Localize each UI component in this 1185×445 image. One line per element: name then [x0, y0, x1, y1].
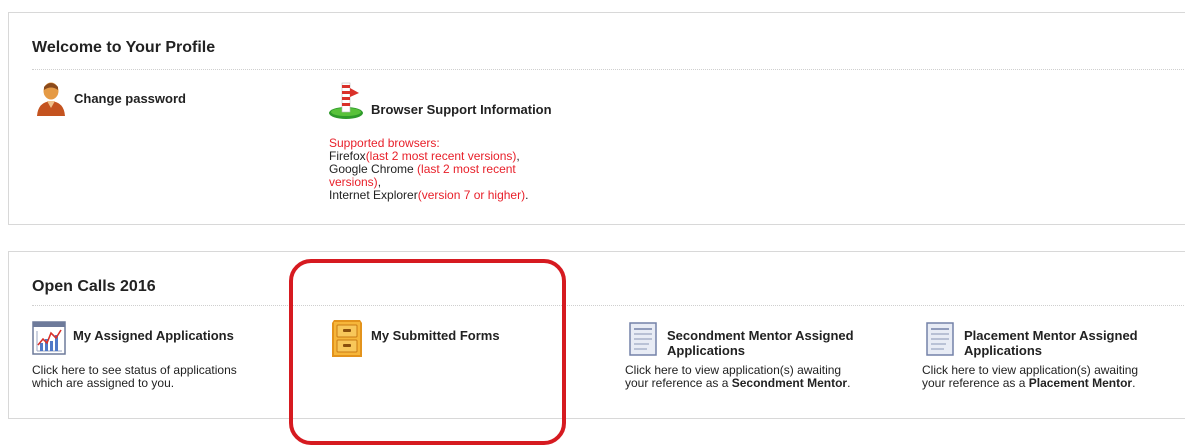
user-icon [37, 82, 65, 116]
chrome-version-note-2: versions) [329, 175, 378, 189]
period: . [847, 376, 851, 390]
desc-text: your reference as a [922, 376, 1029, 390]
secondment-mentor-label: Secondment Mentor Assigned Applications [667, 328, 854, 358]
comma: , [516, 149, 520, 163]
ie-version-note: (version 7 or higher) [417, 188, 526, 202]
secondment-mentor-desc: Click here to view application(s) awaiti… [625, 364, 915, 390]
profile-title-divider [32, 69, 1185, 70]
browser-support-icon [329, 82, 363, 119]
desc-text: your reference as a [625, 376, 732, 390]
browser-support-section: Browser Support Information Supported br… [328, 75, 608, 205]
chrome-version-note: (last 2 most recent [417, 162, 516, 176]
open-calls-panel-title: Open Calls 2016 [32, 278, 156, 295]
document-icon [629, 322, 657, 356]
open-calls-panel: Open Calls 2016 My Assigned Applications… [8, 251, 1185, 419]
my-assigned-applications-desc: Click here to see status of applications… [32, 364, 292, 390]
firefox-name: Firefox [329, 149, 366, 163]
ie-name: Internet Explorer [329, 188, 418, 202]
my-assigned-applications-link[interactable]: My Assigned Applications Click here to s… [32, 321, 282, 401]
profile-panel-title: Welcome to Your Profile [32, 39, 216, 56]
secondment-mentor-applications-link[interactable]: Secondment Mentor Assigned Applications … [625, 322, 915, 402]
open-calls-title-divider [32, 305, 1185, 306]
desc-line: your reference as a Placement Mentor. [922, 377, 1185, 390]
my-assigned-applications-label: My Assigned Applications [73, 328, 234, 343]
ie-line: Internet Explorer(version 7 or higher). [329, 189, 574, 202]
change-password-link[interactable]: Change password [36, 81, 236, 121]
label-line: Secondment Mentor Assigned [667, 328, 854, 343]
chrome-name: Google Chrome [329, 162, 418, 176]
role-name: Secondment Mentor [731, 376, 848, 390]
change-password-label: Change password [74, 91, 186, 106]
placement-mentor-applications-link[interactable]: Placement Mentor Assigned Applications C… [922, 322, 1185, 402]
label-line: Applications [964, 343, 1043, 358]
chart-icon [32, 321, 66, 355]
placement-mentor-desc: Click here to view application(s) awaiti… [922, 364, 1185, 390]
browser-support-label: Browser Support Information [371, 102, 552, 117]
browser-support-details: Supported browsers: Firefox(last 2 most … [329, 137, 574, 202]
role-name: Placement Mentor [1028, 376, 1133, 390]
desc-line: which are assigned to you. [32, 376, 175, 390]
firefox-version-note: (last 2 most recent versions) [365, 149, 517, 163]
comma: , [377, 175, 382, 189]
desc-line: your reference as a Secondment Mentor. [625, 377, 915, 390]
label-line: Placement Mentor Assigned [964, 328, 1138, 343]
placement-mentor-label: Placement Mentor Assigned Applications [964, 328, 1138, 358]
label-line: Applications [667, 343, 746, 358]
highlight-annotation [289, 259, 566, 445]
profile-panel: Welcome to Your Profile Change password … [8, 12, 1185, 225]
document-icon [926, 322, 954, 356]
period: . [525, 188, 529, 202]
period: . [1132, 376, 1136, 390]
